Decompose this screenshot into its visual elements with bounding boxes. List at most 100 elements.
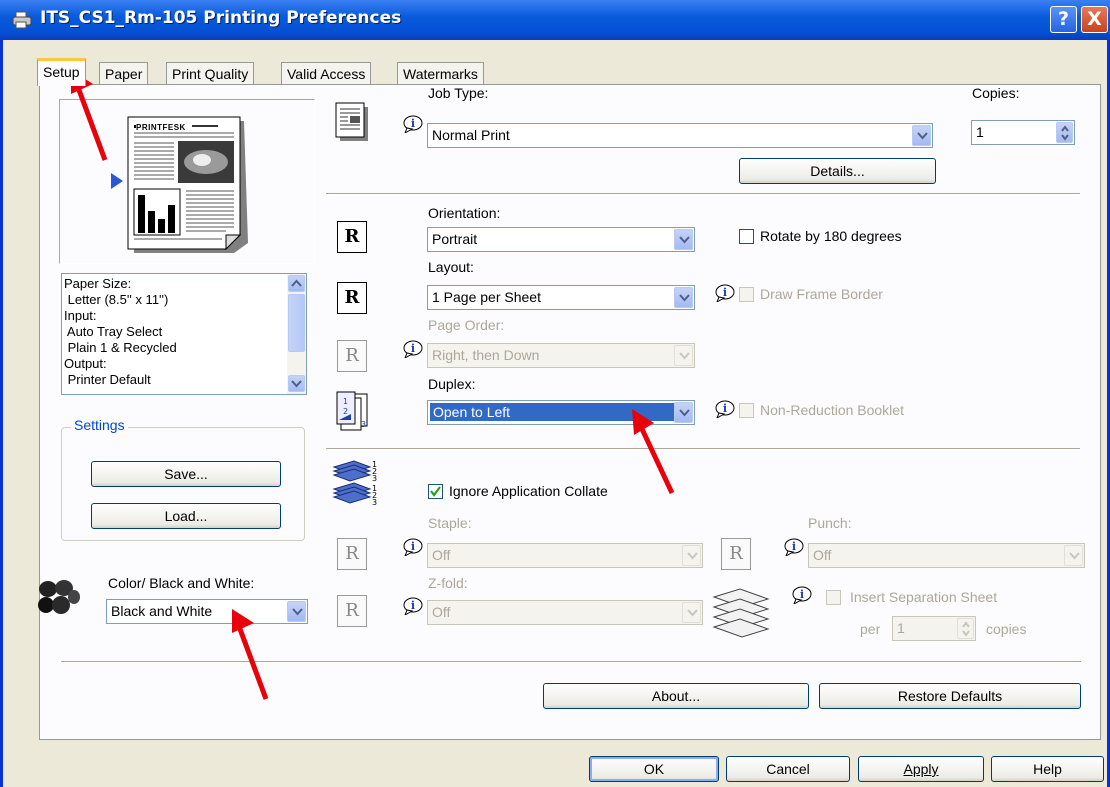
rotate-180-checkbox[interactable] (739, 229, 754, 244)
ignore-collate-checkbox[interactable] (428, 484, 443, 499)
zfold-select[interactable]: Off (427, 600, 703, 625)
svg-text:3: 3 (372, 474, 377, 483)
job-type-label: Job Type: (428, 85, 489, 101)
zfold-label: Z-fold: (428, 575, 468, 591)
non-reduction-booklet-checkbox[interactable] (739, 403, 754, 418)
dropdown-arrow-icon[interactable] (674, 229, 693, 250)
finishing-divider (326, 448, 1080, 450)
save-button[interactable]: Save... (91, 461, 281, 487)
punch-value: Off (813, 547, 832, 563)
spin-arrows-icon[interactable] (957, 618, 974, 639)
cancel-button[interactable]: Cancel (726, 756, 850, 782)
chevron-down-icon (291, 380, 302, 388)
tab-watermarks[interactable]: Watermarks (397, 62, 484, 86)
info-icon[interactable]: i (783, 538, 805, 556)
tab-print-quality[interactable]: Print Quality (166, 62, 255, 86)
job-type-select[interactable]: Normal Print (427, 123, 933, 148)
chevron-up-icon (291, 279, 302, 287)
title-bar[interactable]: ITS_CS1_Rm-105 Printing Preferences ? X (0, 0, 1110, 40)
copies-stepper[interactable]: 1 (971, 120, 1075, 145)
summary-line: Auto Tray Select (64, 324, 163, 339)
svg-text:i: i (723, 402, 727, 415)
info-icon[interactable]: i (402, 597, 424, 615)
info-icon[interactable]: i (402, 538, 424, 556)
punch-label: Punch: (808, 515, 852, 531)
about-button[interactable]: About... (543, 683, 809, 709)
summary-line: Paper Size: (64, 276, 132, 291)
layout-r-icon: R (337, 282, 367, 314)
insert-separation-label: Insert Separation Sheet (850, 589, 998, 605)
svg-text:i: i (411, 342, 415, 355)
spin-arrows-icon[interactable] (1056, 122, 1073, 143)
dropdown-arrow-icon[interactable] (674, 287, 693, 308)
svg-text:2: 2 (343, 407, 348, 416)
svg-text:i: i (792, 540, 796, 553)
ok-button[interactable]: OK (589, 756, 719, 782)
tab-setup[interactable]: Setup (37, 58, 86, 86)
setup-panel: PRINTFESK Paper Size: Letter (8.5'' x 11… (38, 84, 1101, 740)
page-order-value: Right, then Down (432, 347, 540, 363)
job-type-icon (335, 102, 368, 141)
details-button[interactable]: Details... (739, 158, 936, 184)
dropdown-arrow-icon[interactable] (287, 601, 306, 622)
summary-line: Output: (64, 356, 107, 371)
info-icon[interactable]: i (402, 115, 424, 133)
info-icon[interactable]: i (791, 586, 813, 604)
svg-text:i: i (411, 117, 415, 130)
insert-separation-checkbox[interactable] (826, 590, 841, 605)
job-divider (326, 193, 1080, 195)
dropdown-arrow-icon[interactable] (674, 345, 693, 366)
dropdown-arrow-icon[interactable] (1064, 545, 1083, 566)
draw-frame-border-checkbox[interactable] (739, 287, 754, 302)
restore-defaults-button[interactable]: Restore Defaults (819, 683, 1081, 709)
preview-headline: PRINTFESK (136, 123, 186, 132)
info-icon[interactable]: i (714, 400, 736, 418)
svg-text:i: i (411, 599, 415, 612)
duplex-booklet-icon: 1 2 3 (336, 391, 368, 431)
toner-icon (38, 580, 80, 614)
page-order-select[interactable]: Right, then Down (427, 343, 695, 368)
separation-per-stepper[interactable]: 1 (892, 616, 976, 641)
color-label: Color/ Black and White: (108, 575, 255, 591)
summary-scrollbar[interactable] (287, 274, 306, 394)
collate-stack-icon: 1 2 3 1 2 3 (332, 460, 377, 507)
bottom-divider (61, 661, 1081, 663)
staple-value: Off (432, 547, 451, 563)
summary-line: Letter (8.5'' x 11'') (64, 292, 169, 307)
settings-group-label: Settings (71, 417, 128, 433)
svg-text:1: 1 (343, 397, 348, 406)
info-icon[interactable]: i (714, 284, 736, 302)
info-icon[interactable]: i (402, 340, 424, 358)
punch-select[interactable]: Off (808, 543, 1085, 568)
apply-button[interactable]: Apply (858, 756, 984, 782)
separation-copies-label: copies (986, 621, 1027, 637)
page-preview-image (127, 116, 248, 253)
dropdown-arrow-icon[interactable] (912, 125, 931, 146)
tab-valid-access[interactable]: Valid Access (281, 62, 372, 86)
settings-summary-list[interactable]: Paper Size: Letter (8.5'' x 11'') Input:… (61, 273, 307, 395)
help-title-button[interactable]: ? (1050, 6, 1077, 33)
orientation-r-icon: R (337, 221, 367, 253)
dropdown-arrow-icon[interactable] (682, 602, 701, 623)
close-button[interactable]: X (1081, 6, 1108, 33)
color-mode-select[interactable]: Black and White (106, 599, 308, 624)
svg-text:i: i (411, 540, 415, 553)
dropdown-arrow-icon[interactable] (682, 545, 701, 566)
ignore-collate-label: Ignore Application Collate (449, 483, 608, 499)
layout-value: 1 Page per Sheet (432, 289, 541, 305)
scroll-up-button[interactable] (288, 275, 305, 292)
staple-select[interactable]: Off (427, 543, 703, 568)
scroll-thumb[interactable] (288, 294, 305, 352)
punch-r-icon: R (721, 538, 751, 570)
separation-per-label: per (860, 621, 881, 637)
orientation-value: Portrait (432, 231, 478, 247)
svg-text:3: 3 (372, 498, 377, 507)
window-title: ITS_CS1_Rm-105 Printing Preferences (40, 8, 402, 28)
load-button[interactable]: Load... (91, 503, 281, 529)
orientation-select[interactable]: Portrait (427, 227, 695, 252)
scroll-down-button[interactable] (288, 375, 305, 392)
layout-select[interactable]: 1 Page per Sheet (427, 285, 695, 310)
rotate-180-label: Rotate by 180 degrees (760, 228, 902, 244)
svg-text:i: i (800, 588, 804, 601)
help-button[interactable]: Help (991, 756, 1104, 782)
